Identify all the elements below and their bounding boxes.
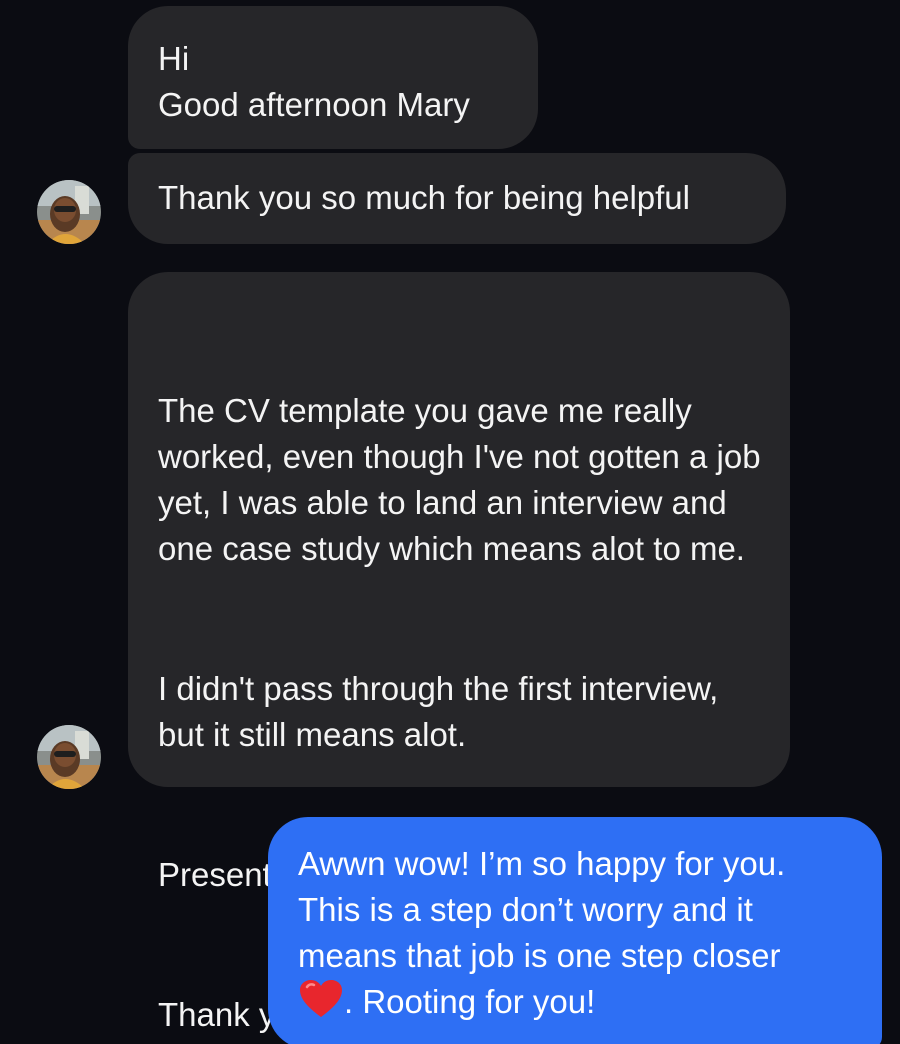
message-text: . Rooting for you! xyxy=(344,983,596,1020)
message-text: Thank you so much for being helpful xyxy=(158,179,690,216)
contact-avatar[interactable] xyxy=(37,180,101,244)
outgoing-message-reply[interactable]: Awwn wow! I’m so happy for you. This is … xyxy=(268,817,882,1044)
message-line: Hi xyxy=(158,40,190,77)
message-line: Good afternoon Mary xyxy=(158,86,470,123)
contact-avatar[interactable] xyxy=(37,725,101,789)
red-heart-icon xyxy=(298,979,344,1019)
incoming-message-thanks[interactable]: Thank you so much for being helpful xyxy=(128,153,786,244)
incoming-message-greeting[interactable]: Hi Good afternoon Mary xyxy=(128,6,538,149)
message-text: Awwn wow! I’m so happy for you. This is … xyxy=(298,845,794,974)
message-paragraph: I didn't pass through the first intervie… xyxy=(158,670,728,753)
incoming-message-update[interactable]: The CV template you gave me really worke… xyxy=(128,272,790,1033)
message-paragraph: The CV template you gave me really worke… xyxy=(158,392,770,567)
